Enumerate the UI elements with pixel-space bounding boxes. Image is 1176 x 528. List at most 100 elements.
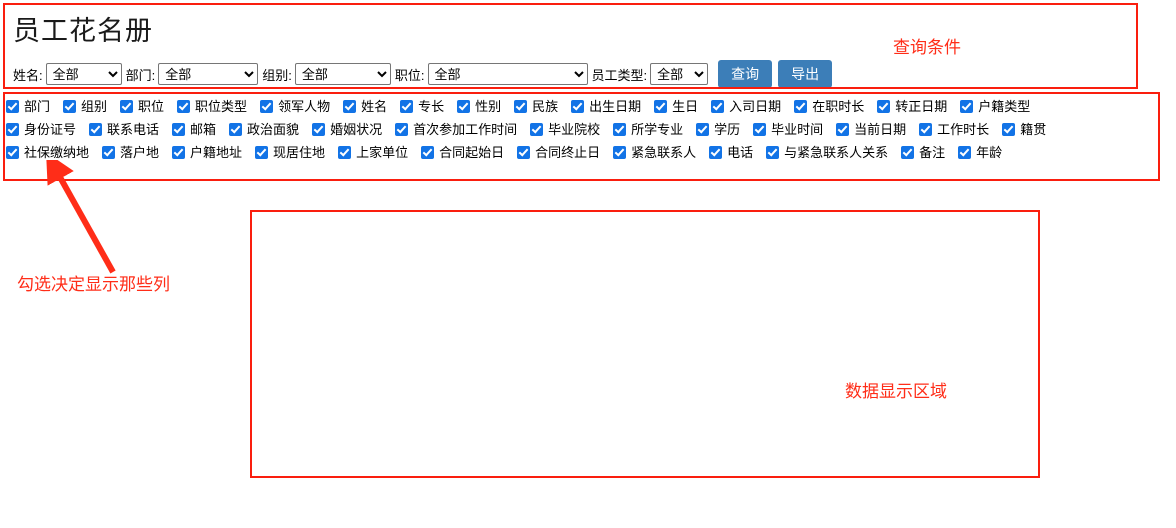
checkmark-icon[interactable] xyxy=(177,100,191,113)
column-checkbox-label: 落户地 xyxy=(120,144,160,160)
column-checkbox-专长[interactable]: 专长 xyxy=(400,99,444,114)
column-checkbox-民族[interactable]: 民族 xyxy=(514,99,558,114)
column-checkbox-毕业院校[interactable]: 毕业院校 xyxy=(530,122,600,137)
checkmark-icon[interactable] xyxy=(343,100,357,113)
column-checkbox-落户地[interactable]: 落户地 xyxy=(102,144,160,160)
checkmark-icon[interactable] xyxy=(172,123,186,136)
column-checkbox-户籍地址[interactable]: 户籍地址 xyxy=(172,145,242,160)
filter-group: 组别: 全部 xyxy=(262,63,391,85)
checkmark-icon[interactable] xyxy=(709,146,723,159)
column-checkbox-label: 联系电话 xyxy=(107,121,160,137)
column-checkbox-出生日期[interactable]: 出生日期 xyxy=(571,99,641,114)
filter-employee-type-select[interactable]: 全部 xyxy=(650,63,709,85)
column-checkbox-转正日期[interactable]: 转正日期 xyxy=(877,99,947,114)
column-checkbox-身份证号[interactable]: 身份证号 xyxy=(6,122,76,137)
query-button[interactable]: 查询 xyxy=(718,60,773,88)
column-checkbox-在职时长[interactable]: 在职时长 xyxy=(794,99,864,114)
column-checkbox-年龄[interactable]: 年龄 xyxy=(958,145,1002,160)
checkmark-icon[interactable] xyxy=(421,146,435,159)
filter-position-select[interactable]: 全部 xyxy=(427,63,588,85)
checkmark-icon[interactable] xyxy=(395,123,409,136)
column-checkbox-组别[interactable]: 组别 xyxy=(63,99,107,114)
column-checkbox-label: 政治面貌 xyxy=(247,121,300,137)
column-checkbox-户籍类型[interactable]: 户籍类型 xyxy=(960,98,1031,114)
column-checkbox-职位[interactable]: 职位 xyxy=(120,98,165,114)
checkmark-icon[interactable] xyxy=(338,146,352,159)
column-checkbox-首次参加工作时间[interactable]: 首次参加工作时间 xyxy=(395,122,517,137)
checkmark-icon[interactable] xyxy=(613,146,627,159)
checkmark-icon[interactable] xyxy=(260,100,274,113)
column-checkbox-现居住地[interactable]: 现居住地 xyxy=(255,145,325,160)
checkmark-icon[interactable] xyxy=(571,100,585,113)
checkmark-icon[interactable] xyxy=(255,146,269,159)
checkmark-icon[interactable] xyxy=(711,100,725,113)
filter-bar: 姓名: 全部 部门: 全部 组别: 全部 职位: 全部 员工类型: 全部 查询 … xyxy=(13,60,833,88)
column-checkbox-姓名[interactable]: 姓名 xyxy=(343,99,387,114)
filter-group-label: 组别: xyxy=(262,67,292,83)
column-checkbox-邮箱[interactable]: 邮箱 xyxy=(172,121,217,137)
checkmark-icon[interactable] xyxy=(654,100,668,113)
column-checkbox-紧急联系人[interactable]: 紧急联系人 xyxy=(613,145,696,160)
column-checkbox-性别[interactable]: 性别 xyxy=(457,99,501,114)
checkmark-icon[interactable] xyxy=(958,146,972,159)
checkmark-icon[interactable] xyxy=(229,123,243,136)
checkmark-icon[interactable] xyxy=(172,146,186,159)
column-checkbox-工作时长[interactable]: 工作时长 xyxy=(919,122,989,137)
column-checkbox-label: 邮箱 xyxy=(190,121,217,137)
column-checkbox-备注[interactable]: 备注 xyxy=(901,145,945,160)
checkmark-icon[interactable] xyxy=(120,100,134,113)
column-checkbox-部门[interactable]: 部门 xyxy=(6,99,50,114)
checkmark-icon[interactable] xyxy=(753,123,767,136)
checkmark-icon[interactable] xyxy=(919,123,933,136)
column-checkbox-职位类型[interactable]: 职位类型 xyxy=(177,99,247,114)
export-button[interactable]: 导出 xyxy=(778,60,833,88)
checkmark-icon[interactable] xyxy=(6,123,19,136)
checkmark-icon[interactable] xyxy=(6,146,19,159)
checkmark-icon[interactable] xyxy=(877,100,891,113)
checkmark-icon[interactable] xyxy=(613,123,627,136)
checkmark-icon[interactable] xyxy=(836,123,850,136)
checkmark-icon[interactable] xyxy=(89,123,103,136)
column-checkbox-合同起始日[interactable]: 合同起始日 xyxy=(421,145,504,160)
checkmark-icon[interactable] xyxy=(901,146,915,159)
checkmark-icon[interactable] xyxy=(766,146,780,159)
filter-group-select[interactable]: 全部 xyxy=(294,63,391,85)
filter-department-select[interactable]: 全部 xyxy=(158,63,259,85)
filter-department: 部门: 全部 xyxy=(126,63,259,85)
checkmark-icon[interactable] xyxy=(312,123,326,136)
page-title: 员工花名册 xyxy=(13,16,153,46)
column-checkbox-毕业时间[interactable]: 毕业时间 xyxy=(753,121,824,137)
checkmark-icon[interactable] xyxy=(514,100,528,113)
column-checkbox-label: 职位 xyxy=(138,98,165,114)
checkmark-icon[interactable] xyxy=(1002,123,1016,136)
column-checkbox-当前日期[interactable]: 当前日期 xyxy=(836,121,907,137)
column-checkbox-与紧急联系人关系[interactable]: 与紧急联系人关系 xyxy=(766,145,888,160)
checkmark-icon[interactable] xyxy=(517,146,531,159)
column-checkbox-学历[interactable]: 学历 xyxy=(696,122,740,137)
checkmark-icon[interactable] xyxy=(794,100,808,113)
column-checkbox-合同终止日[interactable]: 合同终止日 xyxy=(517,145,600,160)
column-checkbox-婚姻状况[interactable]: 婚姻状况 xyxy=(312,122,382,137)
checkmark-icon[interactable] xyxy=(530,123,544,136)
column-checkbox-上家单位[interactable]: 上家单位 xyxy=(338,145,408,160)
checkmark-icon[interactable] xyxy=(63,100,77,113)
filter-name-select[interactable]: 全部 xyxy=(45,63,122,85)
checkmark-icon[interactable] xyxy=(400,100,414,113)
column-checkbox-所学专业[interactable]: 所学专业 xyxy=(613,122,683,137)
checkmark-icon[interactable] xyxy=(6,100,19,113)
column-checkbox-社保缴纳地[interactable]: 社保缴纳地 xyxy=(6,145,89,160)
column-checkbox-政治面貌[interactable]: 政治面貌 xyxy=(229,121,300,137)
checkmark-icon[interactable] xyxy=(457,100,471,113)
checkmark-icon[interactable] xyxy=(102,146,116,159)
column-checkbox-联系电话[interactable]: 联系电话 xyxy=(89,121,160,137)
column-checkbox-领军人物[interactable]: 领军人物 xyxy=(260,99,330,114)
column-checkbox-籍贯[interactable]: 籍贯 xyxy=(1002,122,1046,137)
checkmark-icon[interactable] xyxy=(960,100,974,113)
checkmark-icon[interactable] xyxy=(696,123,710,136)
column-checkbox-label: 毕业时间 xyxy=(771,121,824,137)
column-checkbox-生日[interactable]: 生日 xyxy=(654,99,698,114)
column-checkbox-电话[interactable]: 电话 xyxy=(709,145,753,160)
column-checkbox-label: 户籍类型 xyxy=(978,98,1031,114)
column-checkbox-入司日期[interactable]: 入司日期 xyxy=(711,99,781,114)
column-checkbox-label: 当前日期 xyxy=(854,121,907,137)
